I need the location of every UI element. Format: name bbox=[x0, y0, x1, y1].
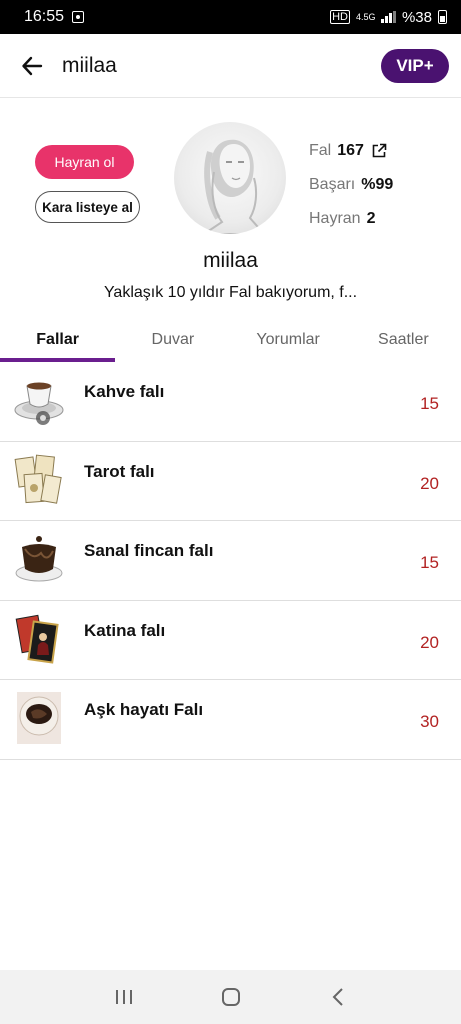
chevron-left-icon bbox=[332, 988, 343, 1006]
item-name: Katina falı bbox=[84, 620, 166, 640]
external-link-icon[interactable] bbox=[371, 143, 387, 159]
love-cup-icon bbox=[17, 692, 61, 744]
hd-voice-icon: HD bbox=[330, 10, 350, 24]
app-bar: miilaa VIP+ bbox=[0, 34, 461, 98]
home-icon bbox=[221, 988, 240, 1006]
list-item[interactable]: Sanal fincan falı 15 bbox=[0, 521, 461, 601]
tab-bar: Fallar Duvar Yorumlar Saatler bbox=[0, 318, 461, 362]
stat-value: %99 bbox=[361, 176, 394, 193]
stat-value: 167 bbox=[337, 142, 364, 159]
network-type: 4.5G bbox=[355, 11, 376, 22]
stat-basari: Başarı %99 bbox=[309, 168, 393, 202]
katina-cards-icon bbox=[15, 614, 59, 664]
item-price: 30 bbox=[420, 712, 439, 731]
avatar[interactable] bbox=[174, 122, 286, 234]
tab-yorumlar[interactable]: Yorumlar bbox=[231, 318, 346, 362]
item-price: 15 bbox=[420, 394, 439, 413]
fortune-list: Kahve falı 15 Tarot falı 20 Sanal fincan… bbox=[0, 362, 461, 760]
recent-apps-button[interactable] bbox=[104, 977, 144, 1017]
stat-hayran: Hayran 2 bbox=[309, 202, 393, 236]
vip-button[interactable]: VIP+ bbox=[381, 49, 449, 83]
system-back-button[interactable] bbox=[318, 977, 358, 1017]
tab-duvar[interactable]: Duvar bbox=[115, 318, 230, 362]
home-button[interactable] bbox=[211, 977, 251, 1017]
list-item[interactable]: Aşk hayatı Falı 30 bbox=[0, 680, 461, 760]
status-bar: 16:55 HD 4.5G %38 bbox=[0, 0, 461, 34]
item-price: 20 bbox=[420, 632, 439, 652]
stat-label: Hayran bbox=[309, 210, 361, 227]
recent-apps-icon bbox=[115, 990, 132, 1004]
stat-label: Fal bbox=[309, 142, 332, 159]
signal-icon bbox=[381, 11, 396, 23]
tab-saatler[interactable]: Saatler bbox=[346, 318, 461, 362]
back-button[interactable] bbox=[16, 50, 48, 82]
status-icons: HD 4.5G %38 bbox=[330, 9, 447, 26]
battery-percent: %38 bbox=[401, 8, 432, 26]
system-nav-bar bbox=[0, 970, 461, 1024]
profile-bio[interactable]: Yaklaşık 10 yıldır Fal bakıyorum, f... bbox=[0, 284, 461, 302]
item-price: 15 bbox=[420, 553, 439, 572]
item-name: Aşk hayatı Falı bbox=[84, 700, 204, 719]
profile-photo bbox=[202, 139, 266, 234]
item-name: Kahve falı bbox=[84, 382, 165, 401]
stat-fal: Fal 167 bbox=[309, 134, 393, 168]
coffee-cup-icon bbox=[14, 382, 64, 425]
stat-value: 2 bbox=[366, 210, 376, 227]
virtual-cup-icon bbox=[15, 536, 63, 582]
list-item[interactable]: Tarot falı 20 bbox=[0, 442, 461, 521]
item-price: 20 bbox=[420, 473, 439, 493]
follow-button[interactable]: Hayran ol bbox=[35, 145, 134, 179]
tab-fallar[interactable]: Fallar bbox=[0, 318, 116, 362]
item-name: Sanal fincan falı bbox=[84, 541, 214, 560]
list-item[interactable]: Katina falı 20 bbox=[0, 601, 461, 680]
blacklist-button[interactable]: Kara listeye al bbox=[35, 191, 140, 223]
stat-label: Başarı bbox=[309, 176, 356, 193]
page-title: miilaa bbox=[62, 53, 117, 77]
battery-icon bbox=[438, 10, 447, 24]
profile-stats: Fal 167 Başarı %99 Hayran 2 bbox=[309, 134, 393, 236]
back-arrow-icon bbox=[22, 56, 43, 75]
tarot-cards-icon bbox=[14, 454, 62, 504]
notification-icon bbox=[72, 11, 85, 23]
profile-username: miilaa bbox=[203, 249, 258, 272]
list-item[interactable]: Kahve falı 15 bbox=[0, 362, 461, 442]
item-name: Tarot falı bbox=[84, 461, 155, 481]
status-time: 16:55 bbox=[24, 8, 65, 25]
